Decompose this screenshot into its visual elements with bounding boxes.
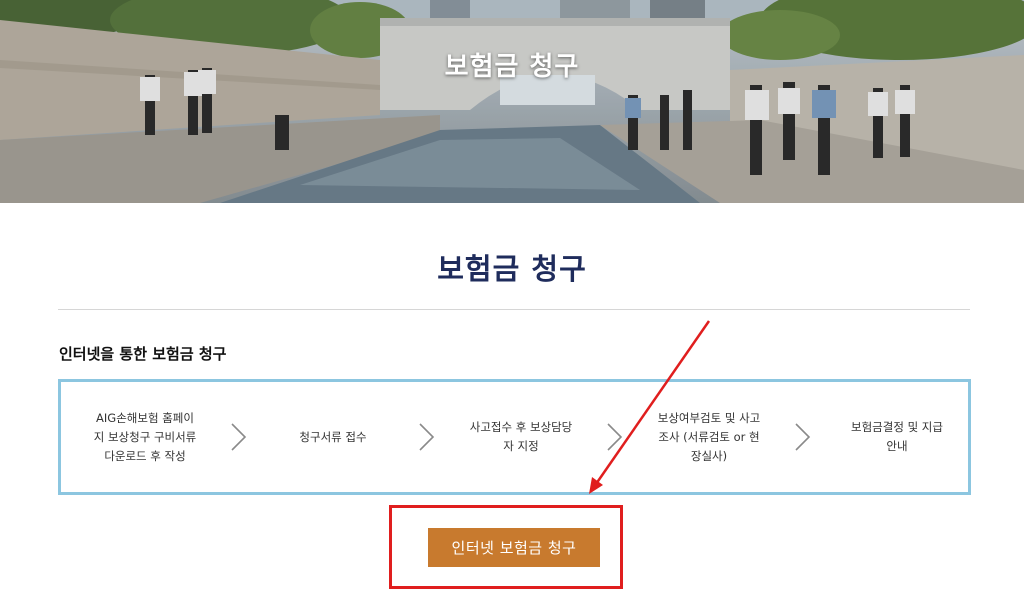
step-text: 사고접수 후 보상담당	[469, 420, 573, 434]
step-text: 다운로드 후 작성	[104, 448, 186, 463]
step-text: 청구서류 접수	[299, 429, 367, 444]
step-text: 자 지정	[503, 439, 539, 453]
hero-title: 보험금 청구	[444, 52, 580, 82]
step-text: 안내	[886, 439, 908, 453]
divider	[58, 309, 970, 310]
step-text: AIG손해보험 홈페이	[96, 410, 194, 425]
hero-banner: 보험금 청구	[0, 0, 1024, 203]
claim-process-steps: AIG손해보험 홈페이 지 보상청구 구비서류 다운로드 후 작성 청구서류 접…	[58, 379, 971, 495]
chevron-right-icon	[607, 423, 623, 451]
process-step-1: AIG손해보험 홈페이 지 보상청구 구비서류 다운로드 후 작성	[70, 409, 220, 466]
step-text: 지 보상청구 구비서류	[93, 429, 197, 444]
internet-claim-button[interactable]: 인터넷 보험금 청구	[428, 528, 600, 567]
chevron-right-icon	[795, 423, 811, 451]
section-title: 인터넷을 통한 보험금 청구	[59, 345, 227, 363]
process-step-3: 사고접수 후 보상담당 자 지정	[446, 418, 596, 456]
step-text: 보험금결정 및 지급	[851, 420, 943, 434]
chevron-right-icon	[231, 423, 247, 451]
chevron-right-icon	[419, 423, 435, 451]
step-text: 장실사)	[690, 448, 728, 463]
hero-photo	[0, 0, 1024, 203]
process-step-4: 보상여부검토 및 사고 조사 (서류검토 or 현 장실사)	[634, 409, 784, 466]
process-step-2: 청구서류 접수	[258, 428, 408, 447]
step-text: 조사 (서류검토 or 현	[658, 429, 760, 444]
process-step-5: 보험금결정 및 지급 안내	[822, 418, 972, 456]
step-text: 보상여부검토 및 사고	[657, 410, 761, 425]
page-title: 보험금 청구	[437, 252, 587, 286]
